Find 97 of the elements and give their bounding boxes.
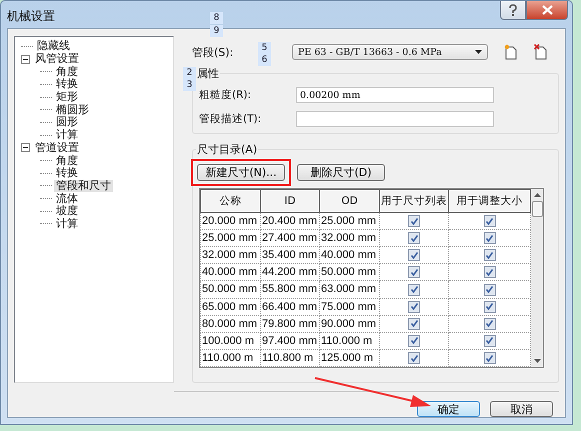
help-button[interactable] [500,1,526,20]
table-cell: 97.400 mm [260,332,320,350]
checkbox[interactable] [408,249,420,262]
checkbox[interactable] [484,284,496,296]
close-icon [542,5,552,15]
tree-item[interactable]: 圆形 [54,116,80,128]
tree-item[interactable]: 角度 [54,154,80,167]
checkbox[interactable] [408,318,420,330]
number-badge: 9 [210,25,223,37]
tree-item[interactable]: 角度 [54,66,80,78]
checkbox[interactable] [408,300,420,313]
number-badge: 2 [183,67,196,79]
number-badge: 3 [183,79,196,91]
checkbox[interactable] [484,352,496,364]
description-input[interactable] [296,111,494,127]
tree-item[interactable]: 隐藏线 [35,40,72,52]
segment-dropdown[interactable]: PE 63 - GB/T 13663 - 0.6 MPa [292,44,488,60]
checkbox[interactable] [484,232,496,244]
checkbox[interactable] [484,318,496,330]
collapse-icon[interactable] [21,54,33,64]
scroll-thumb[interactable] [532,201,542,217]
column-header: OD [320,190,380,212]
checkbox[interactable] [408,284,420,296]
table-cell: 110.000 m [320,332,380,350]
column-header: 公称 [200,190,260,212]
number-badge: 8 [210,12,223,24]
ok-button[interactable]: 确定 [417,401,480,417]
column-header: 用于调整大小 [448,190,530,212]
table-cell: 100.000 m [200,332,260,350]
roughness-label: 粗糙度(R): [199,88,252,102]
checkbox[interactable] [408,352,420,364]
checkbox[interactable] [408,334,420,347]
table-cell: 40.000 mm [320,246,380,264]
tree-item[interactable]: 坡度 [54,205,80,218]
checkbox[interactable] [408,266,420,278]
scroll-down-icon[interactable] [534,359,540,363]
table-cell: 66.400 mm [260,298,320,316]
scrollbar[interactable] [531,189,543,367]
checkbox[interactable] [484,334,496,347]
number-badge: 5 [258,42,271,54]
tree-item[interactable]: 转换 [54,78,80,90]
table-cell: 125.000 m [320,349,380,366]
table-cell: 20.400 mm [260,212,320,230]
table-cell: 63.000 mm [320,280,380,298]
properties-legend: 属性 [196,66,220,81]
table-cell: 110.000 m [200,349,260,366]
roughness-input[interactable]: 0.00200 mm [296,87,494,103]
help-icon [508,4,518,16]
checkbox[interactable] [484,300,496,313]
column-header: ID [260,190,320,212]
table-cell: 55.800 mm [260,280,320,298]
table-cell: 32.000 mm [320,230,380,247]
window-title: 机械设置 [7,8,55,25]
tree-item[interactable]: 计算 [54,218,80,230]
table-cell: 50.000 mm [320,264,380,281]
delete-size-button[interactable]: 删除尺寸(D) [297,164,385,181]
new-size-button[interactable]: 新建尺寸(N)... [197,164,285,181]
tree-item[interactable]: 流体 [54,192,80,205]
table-cell: 27.400 mm [260,230,320,247]
table-cell: 25.000 mm [320,212,380,230]
checkbox[interactable] [484,249,496,262]
checkbox[interactable] [408,215,420,228]
table-cell: 110.800 m [260,349,320,366]
collapse-icon[interactable] [21,143,33,152]
table-cell: 25.000 mm [200,230,260,247]
delete-document-icon[interactable] [534,44,548,60]
tree-item[interactable]: 风管设置 [33,53,81,66]
table-cell: 90.000 mm [320,315,380,332]
tree-item[interactable]: 管道设置 [33,142,81,154]
tree-item[interactable]: 椭圆形 [54,104,91,116]
checkbox[interactable] [484,215,496,228]
dropdown-arrow-icon [475,50,482,54]
close-button[interactable] [526,1,568,20]
table-cell: 79.800 mm [260,315,320,332]
checkbox[interactable] [484,266,496,278]
tree-item[interactable]: 转换 [54,167,80,180]
table-cell: 32.000 mm [200,246,260,264]
table-cell: 80.000 mm [200,315,260,332]
table-cell: 75.000 mm [320,298,380,316]
column-header: 用于尺寸列表 [380,190,448,212]
new-document-icon[interactable] [504,44,518,60]
table-cell: 65.000 mm [200,298,260,316]
segment-label: 管段(S): [192,46,234,58]
scroll-up-icon[interactable] [534,193,540,197]
catalog-legend: 尺寸目录(A) [196,142,258,157]
cancel-button[interactable]: 取消 [490,401,553,417]
table-cell: 44.200 mm [260,264,320,281]
description-label: 管段描述(T): [199,112,262,126]
number-badge: 6 [258,54,271,66]
table-cell: 50.000 mm [200,280,260,298]
checkbox[interactable] [408,232,420,244]
table-cell: 20.000 mm [200,212,260,230]
tree-item[interactable]: 管段和尺寸 [54,180,113,192]
tree-item[interactable]: 计算 [54,129,80,142]
table-cell: 35.400 mm [260,246,320,264]
tree-item[interactable]: 矩形 [54,91,80,104]
table-cell: 40.000 mm [200,264,260,281]
